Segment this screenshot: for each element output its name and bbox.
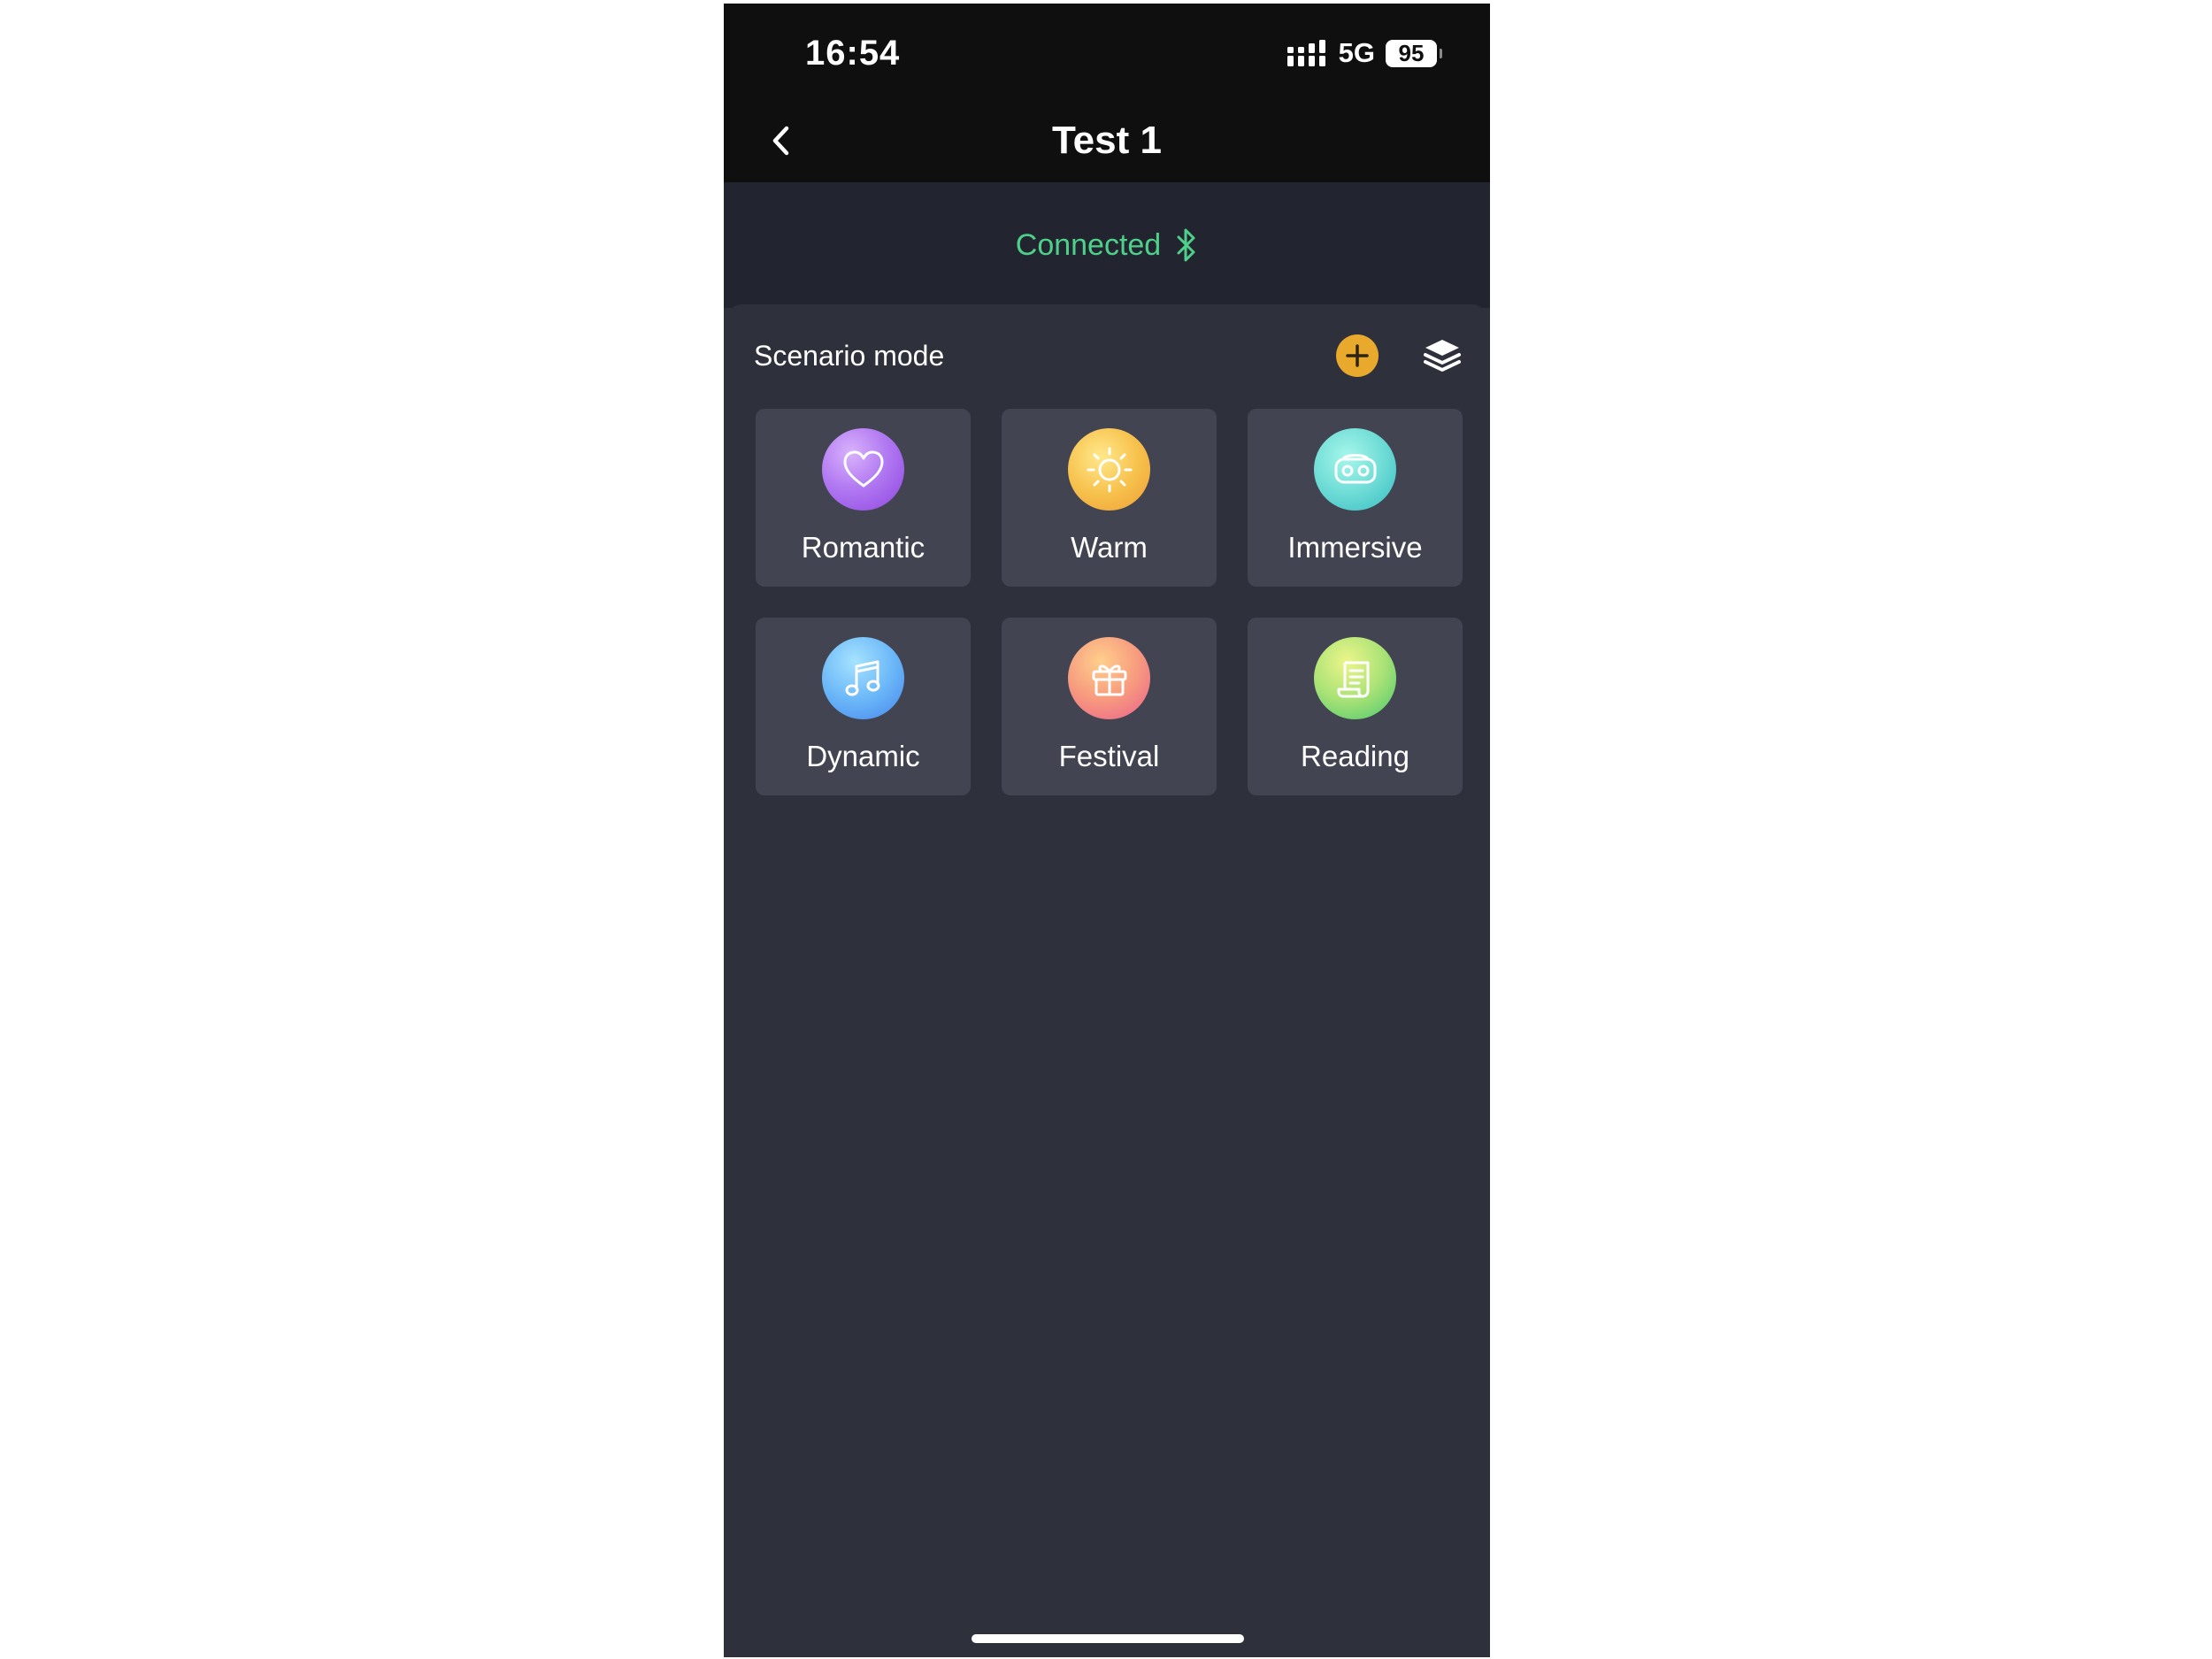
- scenario-tile-reading[interactable]: Reading: [1248, 618, 1463, 795]
- battery-icon: 95: [1386, 39, 1442, 67]
- scenario-tile-warm[interactable]: Warm: [1002, 409, 1217, 587]
- network-label: 5G: [1338, 37, 1375, 68]
- section-title: Scenario mode: [754, 340, 945, 372]
- scenario-label: Reading: [1301, 740, 1409, 772]
- scenario-tile-dynamic[interactable]: Dynamic: [756, 618, 971, 795]
- scenario-label: Warm: [1071, 531, 1148, 564]
- signal-icon: [1286, 40, 1328, 66]
- add-scenario-button[interactable]: [1336, 334, 1379, 377]
- scenario-panel: Scenario mode Romantic Warm Immersive Dy…: [727, 304, 1486, 1657]
- music-note-icon: [822, 637, 904, 719]
- connection-status: Connected: [1015, 227, 1162, 262]
- book-icon: [1314, 637, 1396, 719]
- scenario-tile-immersive[interactable]: Immersive: [1248, 409, 1463, 587]
- layers-icon: [1424, 340, 1461, 372]
- status-indicators: 5G 95: [1286, 37, 1442, 69]
- scenario-label: Dynamic: [806, 740, 920, 772]
- navigation-bar: Test 1: [724, 101, 1490, 182]
- bluetooth-icon: [1177, 228, 1195, 262]
- layers-button[interactable]: [1421, 334, 1463, 377]
- scenario-grid: Romantic Warm Immersive Dynamic Festival…: [756, 409, 1463, 795]
- home-indicator[interactable]: [972, 1634, 1244, 1643]
- heart-icon: [822, 428, 904, 511]
- plus-icon: [1346, 344, 1369, 367]
- phone-screen: 16:54 5G 95 Test 1 Connected Scenario mo…: [724, 4, 1490, 1657]
- connection-bar: Connected: [724, 182, 1490, 308]
- sun-icon: [1068, 428, 1150, 511]
- page-title: Test 1: [1052, 119, 1162, 162]
- scenario-label: Festival: [1058, 740, 1160, 772]
- scenario-label: Romantic: [801, 531, 926, 564]
- gift-icon: [1068, 637, 1150, 719]
- status-time: 16:54: [805, 34, 901, 73]
- scenario-tile-romantic[interactable]: Romantic: [756, 409, 971, 587]
- vr-headset-icon: [1314, 428, 1396, 511]
- scenario-label: Immersive: [1287, 531, 1423, 564]
- scenario-tile-festival[interactable]: Festival: [1002, 618, 1217, 795]
- status-bar: 16:54 5G 95: [724, 4, 1490, 101]
